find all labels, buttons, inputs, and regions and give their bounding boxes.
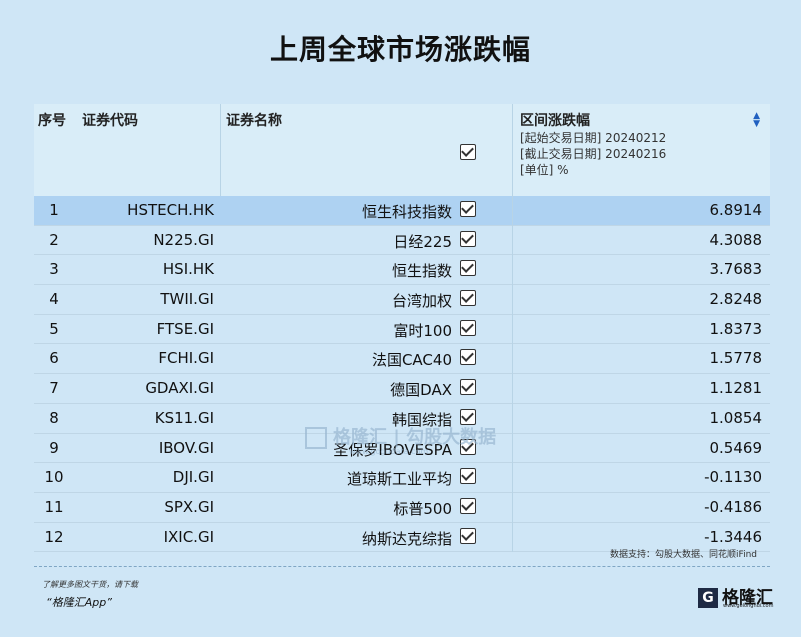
header-code[interactable]: 证券代码 xyxy=(82,110,138,130)
row-code: KS11.GI xyxy=(154,408,214,427)
row-value: -0.4186 xyxy=(704,497,762,516)
table-row[interactable]: 2 N225.GI 日经225 4.3088 xyxy=(34,226,770,256)
table-row[interactable]: 3 HSI.HK 恒生指数 3.7683 xyxy=(34,255,770,286)
row-value: 1.0854 xyxy=(709,408,763,427)
row-name: 恒生指数 xyxy=(391,262,452,281)
checkbox-checked-icon[interactable] xyxy=(460,379,476,396)
page-title: 上周全球市场涨跌幅 xyxy=(269,33,531,66)
logo-url: www.gelonghui.com xyxy=(723,603,774,609)
row-name: 纳斯达克综指 xyxy=(361,529,452,548)
row-name: 台湾加权 xyxy=(391,292,452,311)
checkbox-checked-icon[interactable] xyxy=(460,349,476,366)
footer-line2: “格隆汇App” xyxy=(46,596,112,609)
column-divider xyxy=(512,104,513,196)
row-value: -0.1130 xyxy=(704,468,762,487)
row-no: 11 xyxy=(44,497,64,516)
row-no: 1 xyxy=(49,201,59,219)
table-body: 1 HSTECH.HK 恒生科技指数 6.8914 2 N225.GI 日经225 4.308… xyxy=(34,196,770,553)
header-no[interactable]: 序号 xyxy=(38,110,66,130)
row-no: 3 xyxy=(49,260,59,279)
row-value: 4.3088 xyxy=(709,230,763,249)
header-end-date: [截止交易日期] 20240216 xyxy=(520,147,667,161)
row-value: 3.7683 xyxy=(709,260,763,279)
row-name: 道琼斯工业平均 xyxy=(346,470,452,489)
checkbox-checked-icon[interactable] xyxy=(460,468,476,485)
column-divider xyxy=(512,196,513,553)
column-divider xyxy=(220,104,221,196)
table-row[interactable]: 4 TWII.GI 台湾加权 2.8248 xyxy=(34,285,770,315)
footer-line1: 了解更多图文干货，请下载 xyxy=(42,580,138,589)
row-name: 德国DAX xyxy=(390,381,452,400)
row-code: GDAXI.GI xyxy=(145,379,214,398)
row-code: TWII.GI xyxy=(160,290,214,309)
checkbox-checked-icon[interactable] xyxy=(460,527,476,544)
row-name: 恒生科技指数 xyxy=(361,203,452,221)
header-checkbox-icon[interactable] xyxy=(460,144,476,160)
data-table: 序号 证券代码 证券名称 区间涨跌幅 [起始交易日期] 20240212 [截止… xyxy=(34,104,770,553)
row-code: FCHI.GI xyxy=(158,349,214,368)
checkbox-checked-icon[interactable] xyxy=(460,497,476,514)
row-no: 12 xyxy=(44,527,64,546)
header-name[interactable]: 证券名称 xyxy=(226,110,282,130)
row-no: 5 xyxy=(49,319,59,338)
row-value: 0.5469 xyxy=(709,438,763,457)
row-value: 1.5778 xyxy=(709,349,763,368)
row-code: HSI.HK xyxy=(162,260,214,279)
checkbox-checked-icon[interactable] xyxy=(460,260,476,277)
row-value: 6.8914 xyxy=(709,201,763,219)
table-row[interactable]: 1 HSTECH.HK 恒生科技指数 6.8914 xyxy=(34,196,770,226)
row-name: 法国CAC40 xyxy=(371,351,452,370)
row-value: 1.1281 xyxy=(709,379,763,398)
sort-arrows-icon[interactable]: ▲ ▼ xyxy=(753,112,760,129)
header-unit: [单位] % xyxy=(520,163,569,177)
row-name: 标普500 xyxy=(393,499,452,518)
row-no: 2 xyxy=(49,230,59,249)
row-value: -1.3446 xyxy=(704,527,762,546)
divider xyxy=(34,566,770,567)
row-code: IXIC.GI xyxy=(163,527,214,546)
row-no: 10 xyxy=(44,468,64,487)
row-code: DJI.GI xyxy=(172,468,214,487)
checkbox-checked-icon[interactable] xyxy=(460,230,476,247)
checkbox-checked-icon[interactable] xyxy=(460,290,476,307)
logo-g-icon: G xyxy=(698,588,718,608)
header-value[interactable]: 区间涨跌幅 xyxy=(520,110,590,130)
row-code: SPX.GI xyxy=(164,497,214,516)
table-row[interactable]: 10 DJI.GI 道琼斯工业平均 -0.1130 xyxy=(34,463,770,493)
table-header: 序号 证券代码 证券名称 区间涨跌幅 [起始交易日期] 20240212 [截止… xyxy=(34,104,770,196)
row-value: 2.8248 xyxy=(709,290,763,309)
watermark-logo-icon xyxy=(305,427,327,449)
brand-logo: G 格隆汇 www.gelonghui.com xyxy=(698,583,774,609)
table-row[interactable]: 6 FCHI.GI 法国CAC40 1.5778 xyxy=(34,344,770,375)
row-name: 日经225 xyxy=(393,232,452,251)
row-no: 6 xyxy=(49,349,59,368)
checkbox-checked-icon[interactable] xyxy=(460,201,476,217)
row-value: 1.8373 xyxy=(709,319,763,338)
watermark: 格隆汇 | 勾股大数据 www.gogudata.com xyxy=(305,423,496,456)
table-row[interactable]: 5 FTSE.GI 富时100 1.8373 xyxy=(34,315,770,345)
row-no: 8 xyxy=(49,408,59,427)
row-no: 7 xyxy=(49,379,59,398)
row-code: FTSE.GI xyxy=(156,319,214,338)
table-row[interactable]: 11 SPX.GI 标普500 -0.4186 xyxy=(34,493,770,523)
row-name: 富时100 xyxy=(393,321,452,340)
row-code: IBOV.GI xyxy=(158,438,214,457)
checkbox-checked-icon[interactable] xyxy=(460,319,476,336)
watermark-text: 格隆汇 | 勾股大数据 xyxy=(333,427,497,448)
data-source: 数据支持：勾股大数据、同花顺iFind xyxy=(610,550,757,560)
watermark-url: www.gogudata.com xyxy=(349,447,429,456)
row-code: N225.GI xyxy=(153,230,214,249)
table-row[interactable]: 7 GDAXI.GI 德国DAX 1.1281 xyxy=(34,374,770,404)
row-code: HSTECH.HK xyxy=(127,201,214,219)
header-start-date: [起始交易日期] 20240212 xyxy=(520,131,667,145)
row-no: 9 xyxy=(49,438,59,457)
row-no: 4 xyxy=(49,290,59,309)
